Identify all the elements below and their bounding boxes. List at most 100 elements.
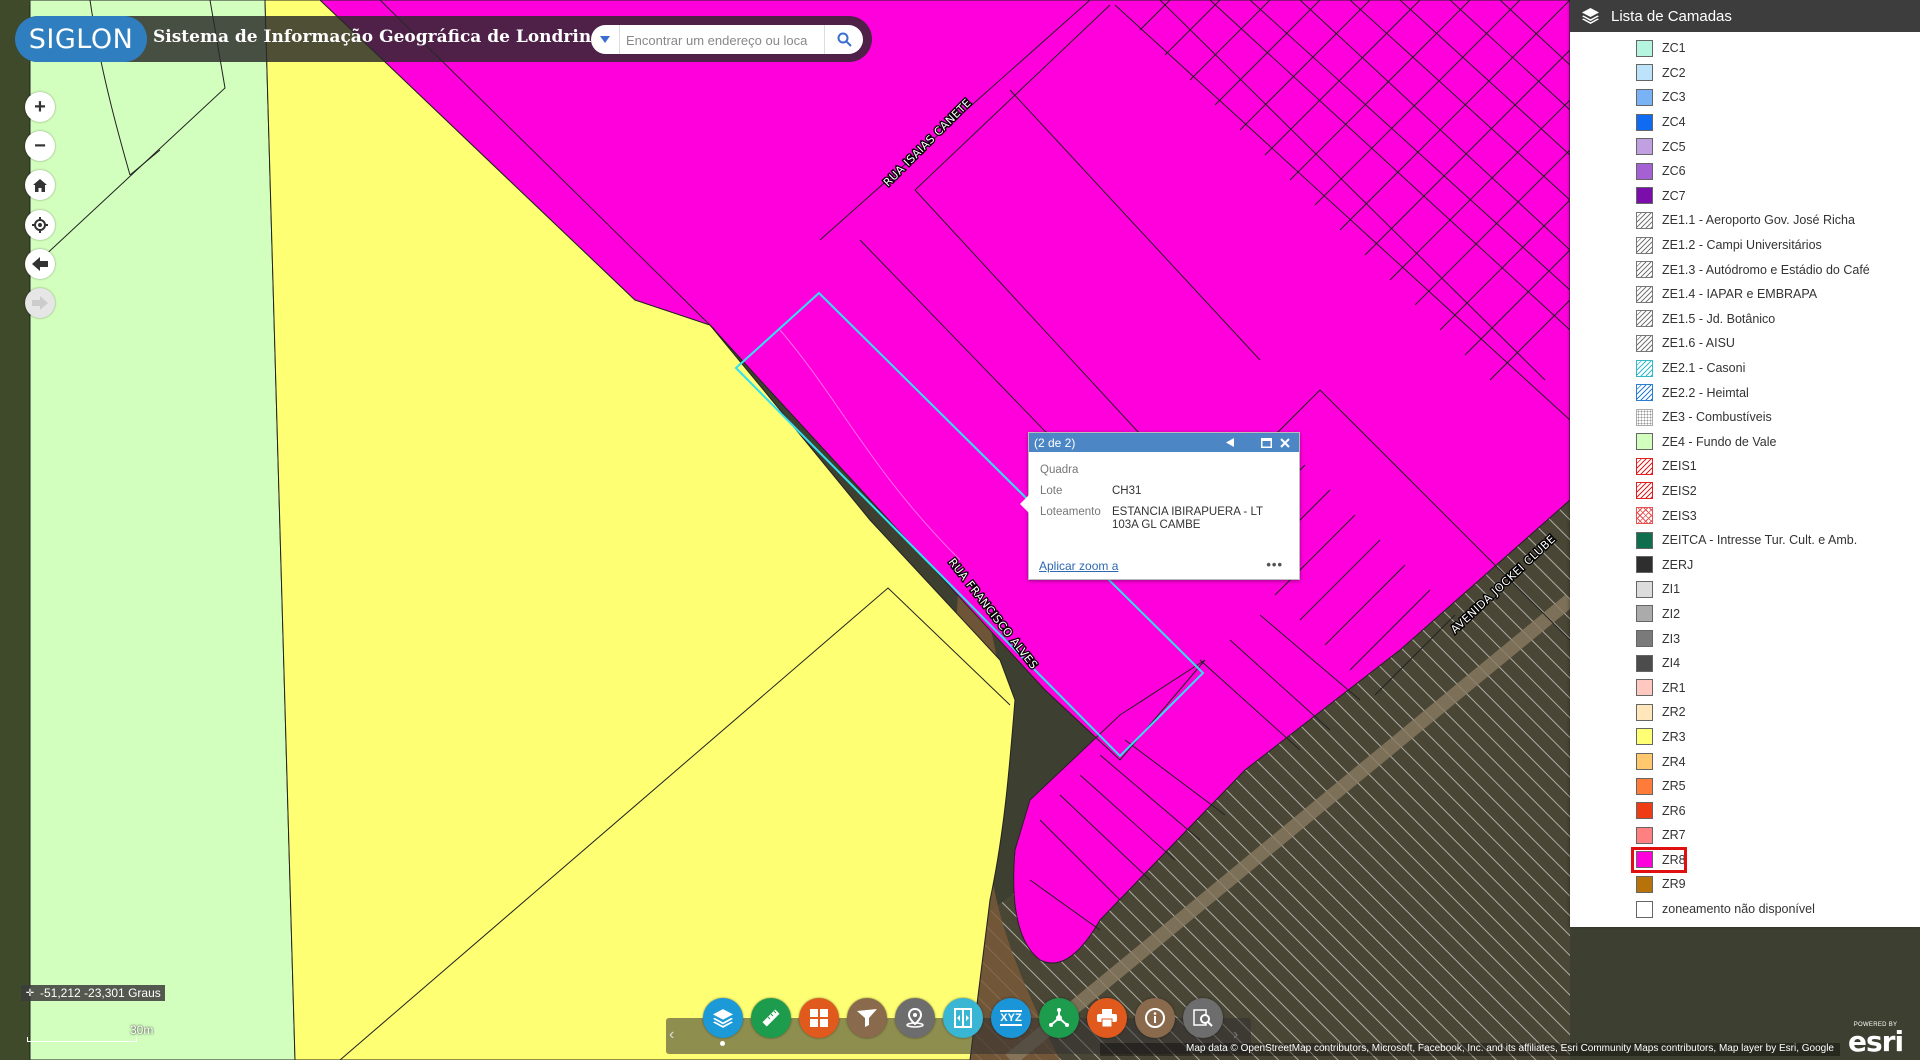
swipe-tool-button[interactable] xyxy=(943,998,983,1038)
legend-swatch xyxy=(1636,875,1653,893)
info-icon xyxy=(1145,1008,1165,1028)
legend-item[interactable]: ZE1.2 - Campi Universitários xyxy=(1570,233,1920,258)
legend-item[interactable]: ZE1.3 - Autódromo e Estádio do Café xyxy=(1570,257,1920,282)
legend-item[interactable]: ZC4 xyxy=(1570,110,1920,135)
legend-item[interactable]: ZERJ xyxy=(1570,552,1920,577)
zoom-in-button[interactable]: + xyxy=(25,92,55,122)
search-source-dropdown[interactable] xyxy=(591,25,620,54)
legend-item[interactable]: ZC7 xyxy=(1570,184,1920,209)
legend-item[interactable]: ZE4 - Fundo de Vale xyxy=(1570,430,1920,455)
legend-item[interactable]: ZE3 - Combustíveis xyxy=(1570,405,1920,430)
legend-item[interactable]: ZI2 xyxy=(1570,602,1920,627)
siglon-logo: SIGLON xyxy=(15,16,147,62)
legend-item[interactable]: ZC6 xyxy=(1570,159,1920,184)
maximize-icon xyxy=(1260,437,1272,448)
minus-icon: − xyxy=(34,134,46,157)
legend-item[interactable]: ZEITCA - Intresse Tur. Cult. e Amb. xyxy=(1570,528,1920,553)
legend-item[interactable]: ZEIS2 xyxy=(1570,479,1920,504)
coordinate-readout[interactable]: ✛ -51,212 -23,301 Graus xyxy=(21,985,165,1001)
legend-item[interactable]: ZE2.2 - Heimtal xyxy=(1570,380,1920,405)
basemap-gallery-tool-button[interactable] xyxy=(799,998,839,1038)
search-button[interactable] xyxy=(824,25,863,54)
popup-field-value: ESTANCIA IBIRAPUERA - LT 103A GL CAMBE xyxy=(1112,506,1263,531)
print-icon xyxy=(1097,1009,1117,1027)
share-tool-button[interactable] xyxy=(1039,998,1079,1038)
legend-item[interactable]: ZR5 xyxy=(1570,774,1920,799)
popup-maximize-button[interactable] xyxy=(1258,433,1274,452)
legend-item[interactable]: ZR1 xyxy=(1570,675,1920,700)
legend-swatch xyxy=(1636,531,1653,549)
previous-extent-button[interactable] xyxy=(25,249,55,279)
popup-row-lote: Lote CH31 xyxy=(1040,485,1141,497)
legend-swatch xyxy=(1636,851,1653,869)
print-tool-button[interactable] xyxy=(1087,998,1127,1038)
legend-label: ZI2 xyxy=(1662,606,1681,621)
legend-item[interactable]: ZR4 xyxy=(1570,749,1920,774)
legend-item[interactable]: ZR3 xyxy=(1570,725,1920,750)
legend-item[interactable]: ZI1 xyxy=(1570,577,1920,602)
legend-label: ZR7 xyxy=(1662,828,1686,843)
popup-field-label: Lote xyxy=(1040,485,1063,497)
popup-row-quadra: Quadra xyxy=(1040,464,1078,476)
toolbar-next-page[interactable]: › xyxy=(1233,1026,1238,1044)
arrow-right-icon xyxy=(32,296,48,310)
legend-item[interactable]: ZI3 xyxy=(1570,626,1920,651)
popup-previous-button[interactable] xyxy=(1222,433,1238,452)
legend-swatch xyxy=(1636,359,1653,377)
legend-label: ZC4 xyxy=(1662,115,1686,130)
legend-label: ZR6 xyxy=(1662,803,1686,818)
locate-button[interactable] xyxy=(25,210,55,240)
legend-item[interactable]: ZEIS1 xyxy=(1570,454,1920,479)
next-extent-button[interactable] xyxy=(25,288,55,318)
legend-item[interactable]: ZE1.6 - AISU xyxy=(1570,331,1920,356)
xyz-tool-button[interactable]: XYZ xyxy=(991,998,1031,1038)
legend-label: ZI1 xyxy=(1662,582,1681,597)
info-tool-button[interactable] xyxy=(1135,998,1175,1038)
measure-tool-button[interactable] xyxy=(751,998,791,1038)
legend-label: ZI4 xyxy=(1662,656,1681,671)
legend-item[interactable]: ZR8 xyxy=(1570,846,1920,873)
legend-item[interactable]: ZC2 xyxy=(1570,61,1920,86)
legend-label: ZR9 xyxy=(1662,877,1686,892)
legend-item[interactable]: ZE2.1 - Casoni xyxy=(1570,356,1920,381)
legend-label: ZR1 xyxy=(1662,680,1686,695)
layers-tool-button[interactable] xyxy=(703,998,743,1038)
toolbar-previous-page[interactable]: ‹ xyxy=(669,1026,674,1044)
zoom-out-button[interactable]: − xyxy=(25,131,55,161)
legend-label: ZR2 xyxy=(1662,705,1686,720)
legend-label: ZR8 xyxy=(1662,852,1686,867)
legend-item[interactable]: zoneamento não disponível xyxy=(1570,897,1920,922)
filter-tool-button[interactable] xyxy=(847,998,887,1038)
legend-item[interactable]: ZEIS3 xyxy=(1570,503,1920,528)
measure-icon xyxy=(760,1007,782,1029)
legend-swatch xyxy=(1636,113,1653,131)
arrow-left-icon xyxy=(32,257,48,271)
legend-item[interactable]: ZR6 xyxy=(1570,798,1920,823)
legend-item[interactable]: ZI4 xyxy=(1570,651,1920,676)
legend-swatch xyxy=(1636,777,1653,795)
legend-item[interactable]: ZE1.1 - Aeroporto Gov. José Richa xyxy=(1570,208,1920,233)
legend-swatch xyxy=(1636,334,1653,352)
popup-zoom-to-link[interactable]: Aplicar zoom a xyxy=(1039,559,1118,573)
legend-item[interactable]: ZC3 xyxy=(1570,85,1920,110)
popup-close-button[interactable] xyxy=(1276,433,1294,452)
query-tool-button[interactable] xyxy=(1183,998,1223,1038)
legend-item[interactable]: ZR7 xyxy=(1570,823,1920,848)
search-input[interactable] xyxy=(624,29,824,52)
zone-ze4[interactable] xyxy=(29,0,296,1060)
locate-icon xyxy=(32,217,48,233)
legend-label: ZEITCA - Intresse Tur. Cult. e Amb. xyxy=(1662,533,1858,548)
legend-item[interactable]: ZC1 xyxy=(1570,36,1920,61)
legend-item[interactable]: ZC5 xyxy=(1570,134,1920,159)
legend-item[interactable]: ZE1.4 - IAPAR e EMBRAPA xyxy=(1570,282,1920,307)
location-pin-tool-button[interactable] xyxy=(895,998,935,1038)
legend-item[interactable]: ZE1.5 - Jd. Botânico xyxy=(1570,307,1920,332)
popup-more-button[interactable]: ••• xyxy=(1266,557,1283,572)
legend-list: ZC1 ZC2 ZC3 ZC4 ZC5 ZC6 ZC7 ZE1.1 - Aeroporto G… xyxy=(1570,36,1920,921)
plus-icon: + xyxy=(34,95,46,118)
legend-item[interactable]: ZR2 xyxy=(1570,700,1920,725)
legend-label: ZE4 - Fundo de Vale xyxy=(1662,434,1777,449)
legend-swatch xyxy=(1636,826,1653,844)
home-button[interactable] xyxy=(25,170,55,200)
legend-item[interactable]: ZR9 xyxy=(1570,872,1920,897)
